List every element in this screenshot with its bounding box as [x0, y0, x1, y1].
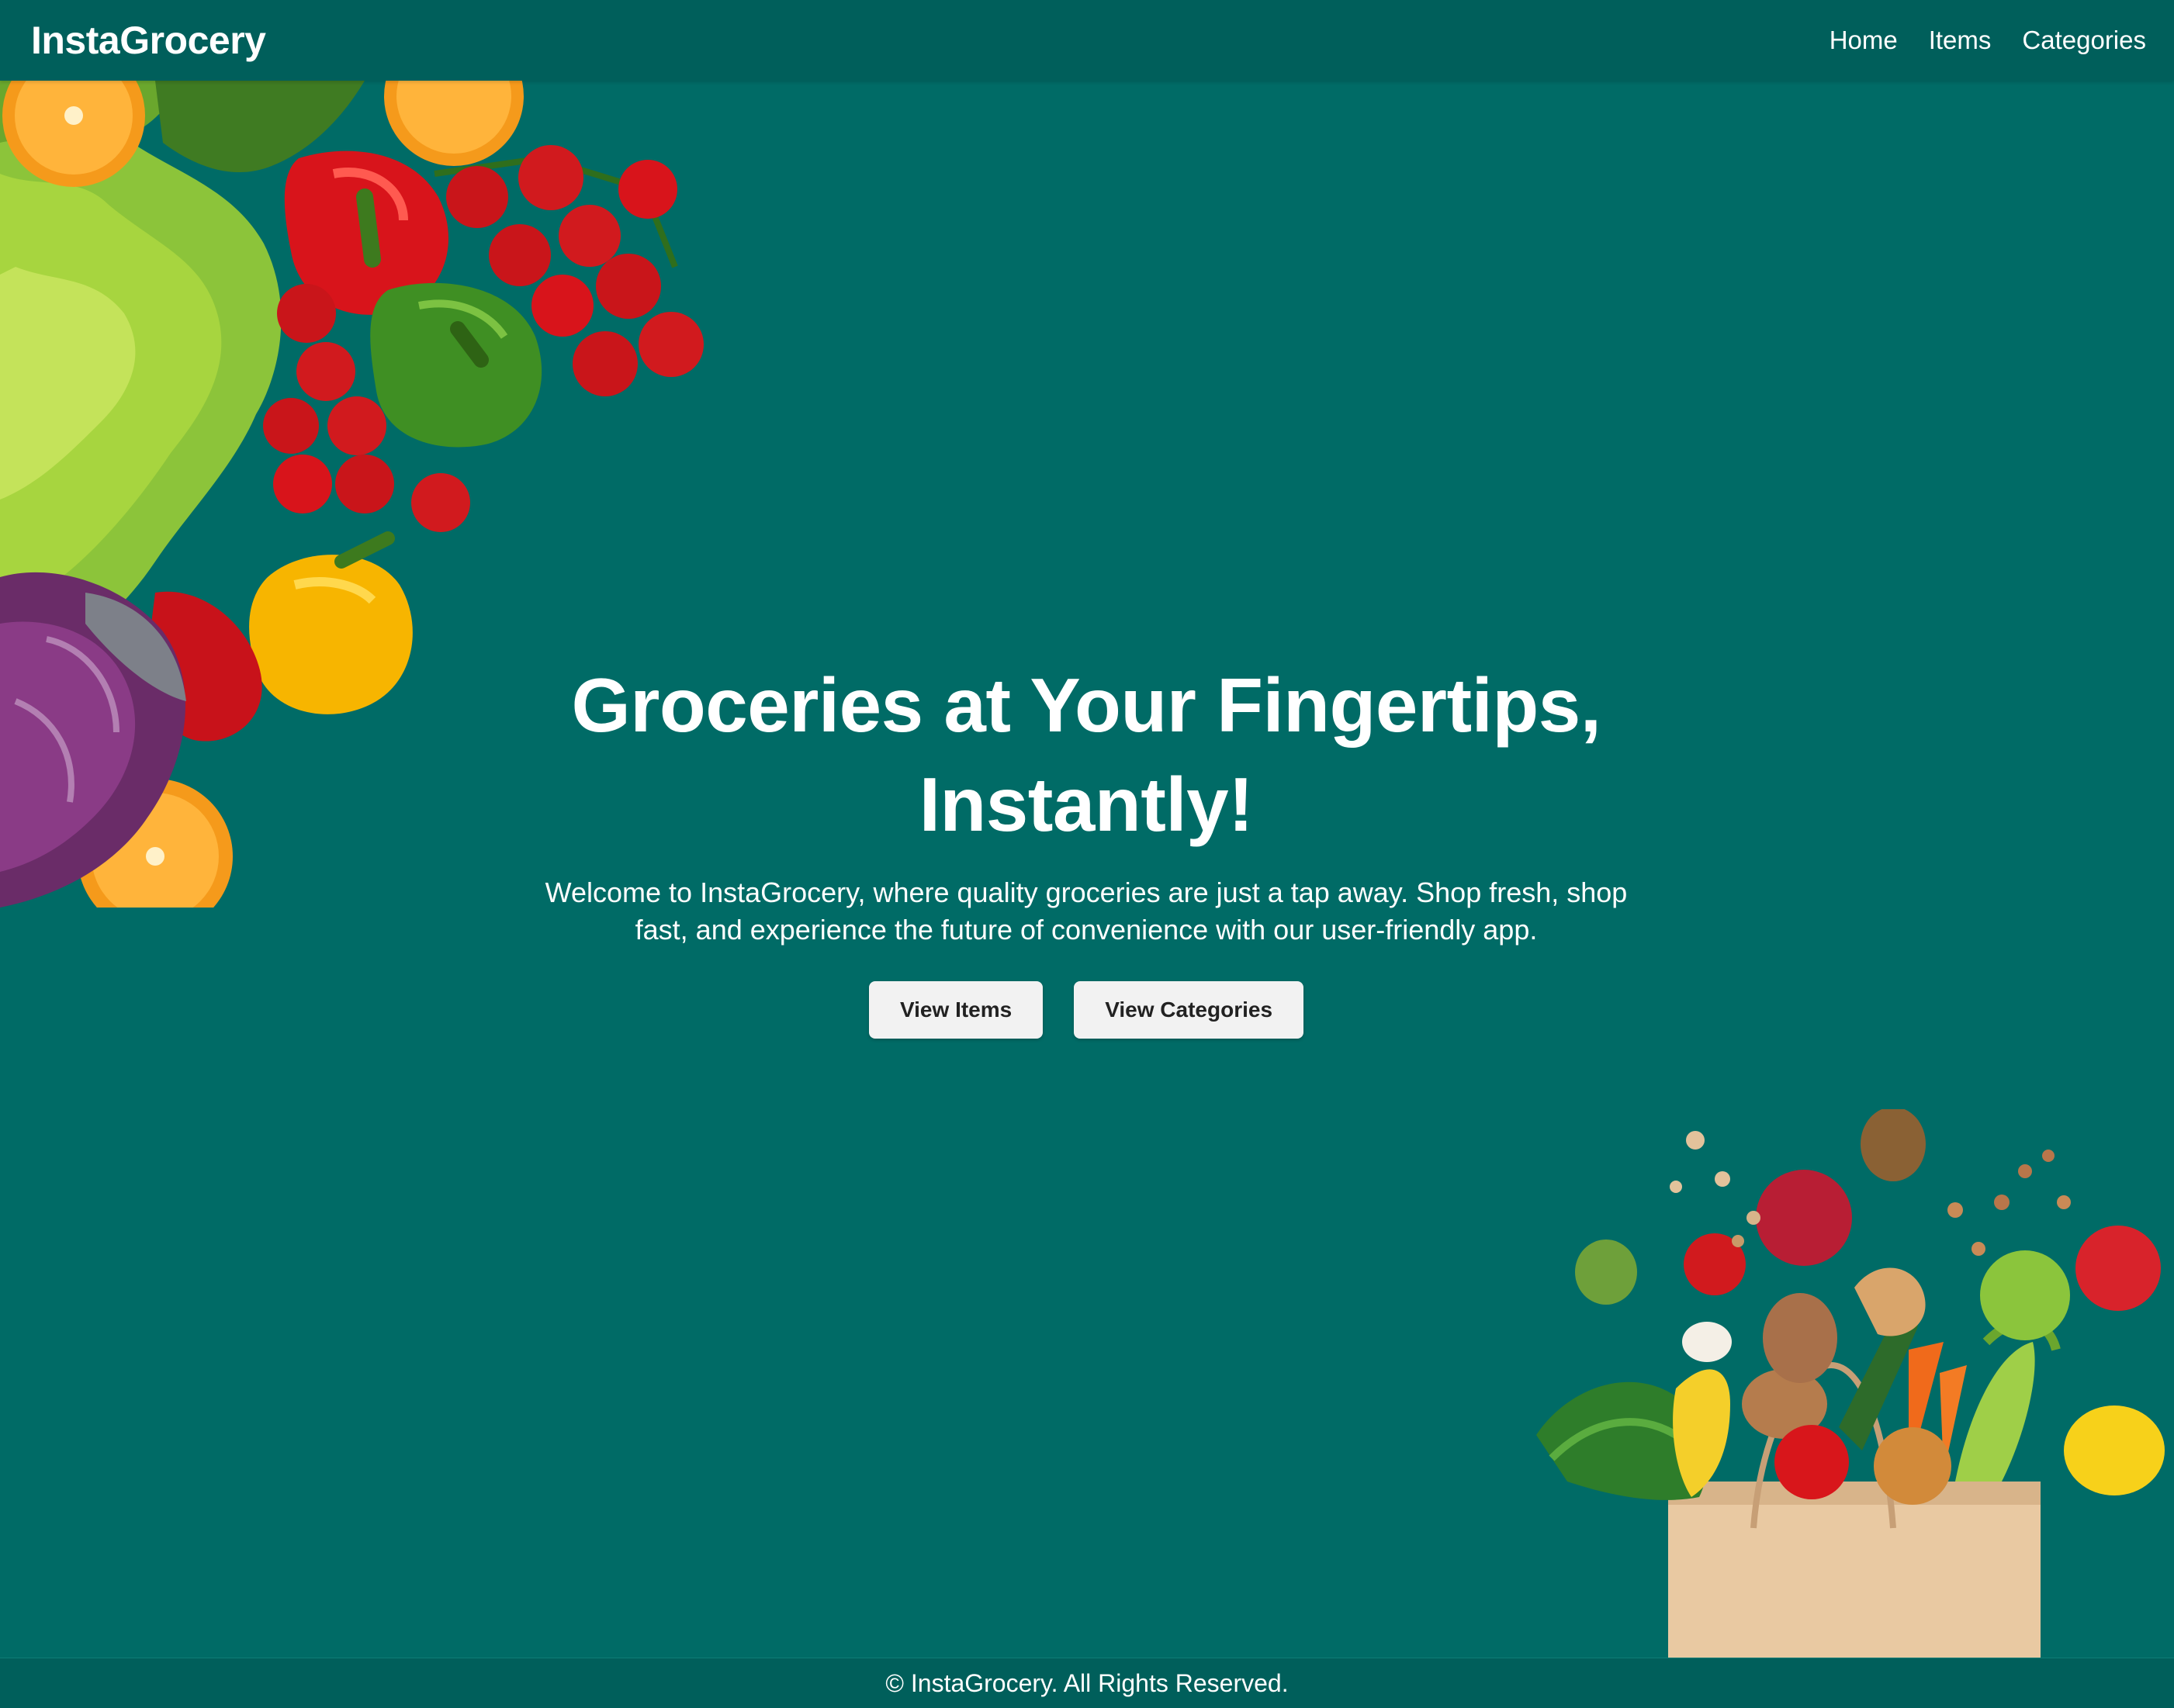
- hero-title: Groceries at Your Fingertips, Instantly!: [512, 655, 1660, 854]
- hero-subtitle: Welcome to InstaGrocery, where quality g…: [545, 876, 1628, 946]
- nav-links: Home Items Categories: [1830, 23, 2146, 57]
- navbar: InstaGrocery Home Items Categories: [0, 0, 2174, 81]
- brand-logo[interactable]: InstaGrocery: [31, 19, 266, 62]
- footer: © InstaGrocery. All Rights Reserved.: [0, 1658, 2174, 1708]
- hero-buttons: View Items View Categories: [512, 981, 1660, 1039]
- view-items-button[interactable]: View Items: [868, 981, 1044, 1039]
- nav-link-home[interactable]: Home: [1830, 23, 1898, 57]
- hero-title-line1: Groceries at Your Fingertips,: [571, 662, 1601, 748]
- nav-link-categories[interactable]: Categories: [2022, 23, 2146, 57]
- hero-title-line2: Instantly!: [919, 762, 1254, 847]
- hero-section: Groceries at Your Fingertips, Instantly!…: [512, 655, 1660, 1039]
- footer-copyright: © InstaGrocery. All Rights Reserved.: [885, 1669, 1289, 1697]
- view-categories-button[interactable]: View Categories: [1074, 981, 1304, 1039]
- nav-link-items[interactable]: Items: [1929, 23, 1992, 57]
- grocery-bag-image: [1521, 1109, 2174, 1660]
